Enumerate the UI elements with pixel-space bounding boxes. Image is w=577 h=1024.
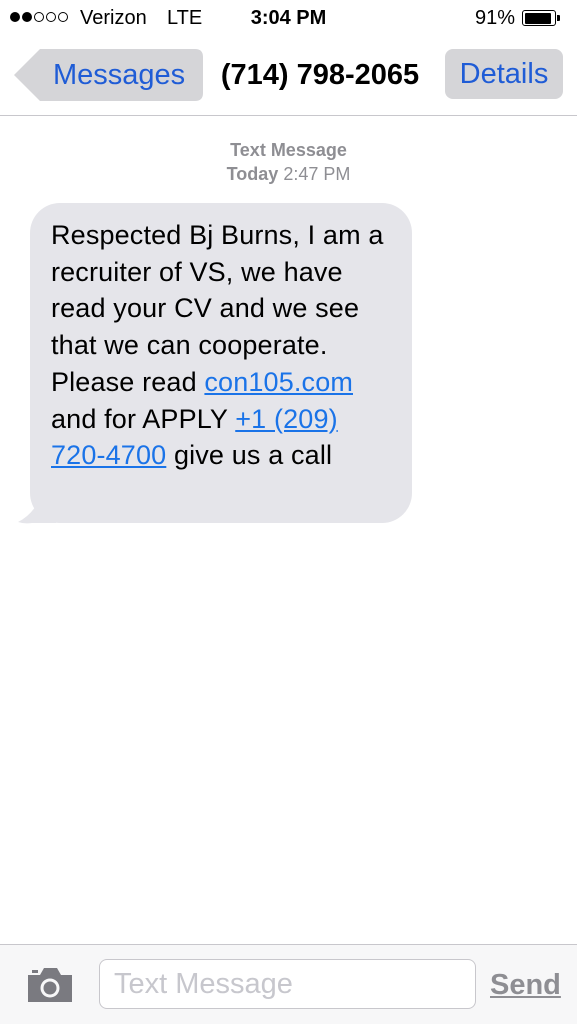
message-link-url[interactable]: con105.com	[204, 367, 353, 397]
back-button[interactable]: Messages	[14, 49, 203, 101]
conversation-header: Text Message Today 2:47 PM	[0, 138, 577, 186]
nav-bar: Messages (714) 798-2065 Details	[0, 38, 577, 116]
message-text-part3: give us a call	[166, 440, 333, 471]
service-label: Text Message	[230, 140, 347, 160]
send-button[interactable]: Send	[490, 967, 561, 1003]
message-input[interactable]	[99, 959, 476, 1009]
timestamp-time: 2:47 PM	[283, 164, 351, 184]
back-label: Messages	[53, 59, 186, 91]
message-input-bar: Send	[0, 944, 577, 1024]
status-bar: Verizon LTE 3:04 PM 91%	[0, 0, 577, 38]
battery-icon	[522, 10, 556, 26]
contact-title: (714) 798-2065	[220, 59, 420, 91]
timestamp: Today 2:47 PM	[0, 162, 577, 186]
message-bubble: Respected Bj Burns, I am a recruiter of …	[30, 203, 412, 523]
details-button[interactable]: Details	[445, 49, 563, 99]
message-text-part2: and for APPLY	[51, 403, 236, 434]
battery-tip	[557, 15, 560, 21]
camera-icon[interactable]	[26, 966, 74, 1004]
battery-percent: 91%	[474, 7, 515, 29]
timestamp-day: Today	[226, 164, 279, 184]
